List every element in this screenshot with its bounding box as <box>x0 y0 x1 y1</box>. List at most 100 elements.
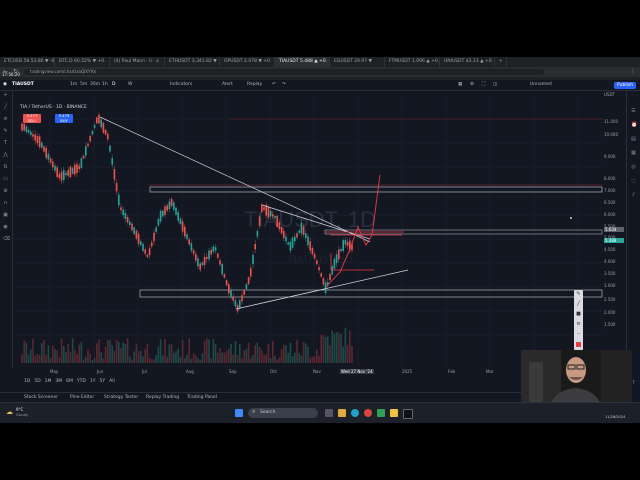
files-icon[interactable] <box>338 409 346 417</box>
layout-name-button[interactable]: Unnamed <box>530 80 552 90</box>
explorer-icon[interactable] <box>390 409 398 417</box>
ideas-icon[interactable]: ◎ <box>631 165 636 170</box>
brush-icon[interactable]: ✎ <box>3 129 8 134</box>
strategy-tester-tab[interactable]: Strategy Tester <box>104 395 138 400</box>
support-zone[interactable] <box>139 289 603 298</box>
timeframe-button[interactable]: 1Y <box>90 379 96 384</box>
notifications-icon[interactable]: ♪ <box>631 193 636 198</box>
timeframe-button[interactable]: YTD <box>77 379 86 384</box>
indicators-button[interactable]: Indicators <box>170 80 192 90</box>
browser-tab[interactable]: (4) Paul Mann · li · a <box>110 57 165 67</box>
prediction-icon[interactable]: ⇅ <box>3 165 8 170</box>
weather-icon[interactable]: ☁ <box>6 408 13 416</box>
browser-tab[interactable]: BTC.D 60.52% ▼ +0. <box>55 57 110 67</box>
publish-button[interactable]: Publish <box>614 81 637 89</box>
timeframe-button[interactable]: 5D <box>34 379 40 384</box>
browser-tab[interactable]: FTMUSDT 1.096 ▲ +0. <box>385 57 440 67</box>
eye-icon[interactable]: ◉ <box>3 225 8 230</box>
zoom-icon[interactable]: ⊕ <box>3 189 8 194</box>
volume-bar <box>184 358 186 363</box>
replay-button[interactable]: Replay <box>247 80 262 90</box>
trash-icon[interactable]: ⌫ <box>3 237 10 242</box>
line-icon[interactable]: ╱ <box>576 302 581 307</box>
magnet-icon[interactable]: ∩ <box>3 201 8 206</box>
timeframe-button[interactable]: All <box>109 379 115 384</box>
ruler-icon[interactable]: ▭ <box>3 177 8 182</box>
more-icon[interactable] <box>576 342 581 347</box>
volume-bar <box>254 344 256 363</box>
descending-trendline[interactable] <box>99 116 371 243</box>
url-field[interactable]: tradingview.com/chart/xaQIXYYo/ <box>24 69 544 75</box>
browser-tab[interactable]: ETHUSDT 3,341.82 ▼ <box>165 57 220 67</box>
tv-logo-icon[interactable]: ◉ <box>3 80 7 90</box>
timeframe-button[interactable]: 6M <box>66 379 73 384</box>
volume-bar <box>30 349 32 363</box>
trendline-icon[interactable]: ╱ <box>3 105 8 110</box>
timeframe-button[interactable]: 1D <box>24 379 30 384</box>
lock-icon[interactable]: ▣ <box>3 213 8 218</box>
timeframe-button[interactable]: 1M <box>45 379 52 384</box>
interval-1m[interactable]: 1m <box>70 80 77 90</box>
layout-icon[interactable]: ▦ <box>458 80 462 90</box>
pivot-zone[interactable] <box>150 184 602 186</box>
candle-body <box>157 219 160 226</box>
browser-tab[interactable]: TIAUSDT 5.488 ▲ +0. <box>275 57 330 67</box>
settings-icon[interactable]: ⚙ <box>470 80 474 90</box>
browser-tab[interactable]: EGUSDT 29.97 ▼ <box>330 57 385 67</box>
candle-body <box>87 143 89 147</box>
news-icon[interactable]: ▤ <box>631 137 636 142</box>
new-tab-button[interactable]: + <box>495 57 507 67</box>
redo-icon[interactable]: ↷ <box>282 80 286 90</box>
fullscreen-icon[interactable]: ⛶ <box>482 80 485 90</box>
pencil-icon[interactable]: ✎ <box>576 292 581 297</box>
taskbar-search[interactable]: Search <box>248 408 318 418</box>
stock-screener-tab[interactable]: Stock Screener <box>24 395 58 400</box>
chrome-icon[interactable] <box>364 409 372 417</box>
candle-body <box>74 164 76 175</box>
app-icon[interactable] <box>377 409 385 417</box>
text-icon[interactable]: T <box>3 141 8 146</box>
volume-bar <box>63 345 65 363</box>
task-view-icon[interactable] <box>325 409 333 417</box>
replay-trading-tab[interactable]: Replay Trading <box>146 395 179 400</box>
trading-panel-tab[interactable]: Trading Panel <box>187 395 217 400</box>
timeframe-button[interactable]: 5Y <box>100 379 106 384</box>
browser-tab[interactable]: OPUSDT 2.078 ▼ +0. <box>220 57 275 67</box>
alert-button[interactable]: Alert <box>222 80 233 90</box>
candle-body <box>168 201 171 210</box>
volume-bar <box>151 359 153 363</box>
candle-body <box>203 256 206 265</box>
support-trendline[interactable] <box>235 288 326 310</box>
color-icon[interactable]: ■ <box>576 312 581 317</box>
interval-w[interactable]: W <box>128 80 132 90</box>
pine-editor-tab[interactable]: Pine Editor <box>70 395 94 400</box>
alerts-icon[interactable]: ⏰ <box>631 123 637 128</box>
calendar-icon[interactable]: ▦ <box>631 151 636 156</box>
sell-button[interactable]: 5.477 SELL <box>23 113 41 123</box>
style-icon[interactable]: ┄ <box>576 332 581 337</box>
width-icon[interactable]: ≡ <box>576 322 581 327</box>
undo-icon[interactable]: ↶ <box>272 80 276 90</box>
price-chart[interactable]: TIAUSDT, 1D TIAUSDT, 1D <box>12 91 604 376</box>
timeframe-button[interactable]: 3M <box>55 379 62 384</box>
buy-button[interactable]: 5.479 BUY <box>55 113 73 123</box>
browser-tab[interactable]: UNIUSDT 43.13 ▲ +0. <box>440 57 495 67</box>
tradingview-app-icon[interactable] <box>403 409 413 419</box>
fib-icon[interactable]: ≡ <box>3 117 8 122</box>
interval-5m[interactable]: 5m <box>80 80 87 90</box>
browser-tab[interactable]: ETCUSD 58.53.86 ▼ -0. <box>0 57 55 67</box>
pattern-icon[interactable]: ⋀ <box>3 153 8 158</box>
snapshot-icon[interactable]: ◫ <box>493 80 497 90</box>
volume-bar <box>305 343 307 363</box>
interval-30m[interactable]: 30m <box>90 80 100 90</box>
symbol-search[interactable]: TIAUSDT <box>12 80 34 90</box>
interval-1h[interactable]: 1h <box>102 80 108 90</box>
chat-icon[interactable]: ◌ <box>631 179 636 184</box>
watchlist-icon[interactable]: ☰ <box>631 109 636 114</box>
interval-d[interactable]: D <box>112 80 115 90</box>
crosshair-icon[interactable]: + <box>3 93 8 98</box>
edge-icon[interactable] <box>351 409 359 417</box>
start-icon[interactable] <box>235 409 243 417</box>
browser-menu-icon[interactable]: ⋮ <box>630 68 636 75</box>
legend-symbol: TIA / TetherUS · 1D · BINANCE <box>20 105 87 110</box>
